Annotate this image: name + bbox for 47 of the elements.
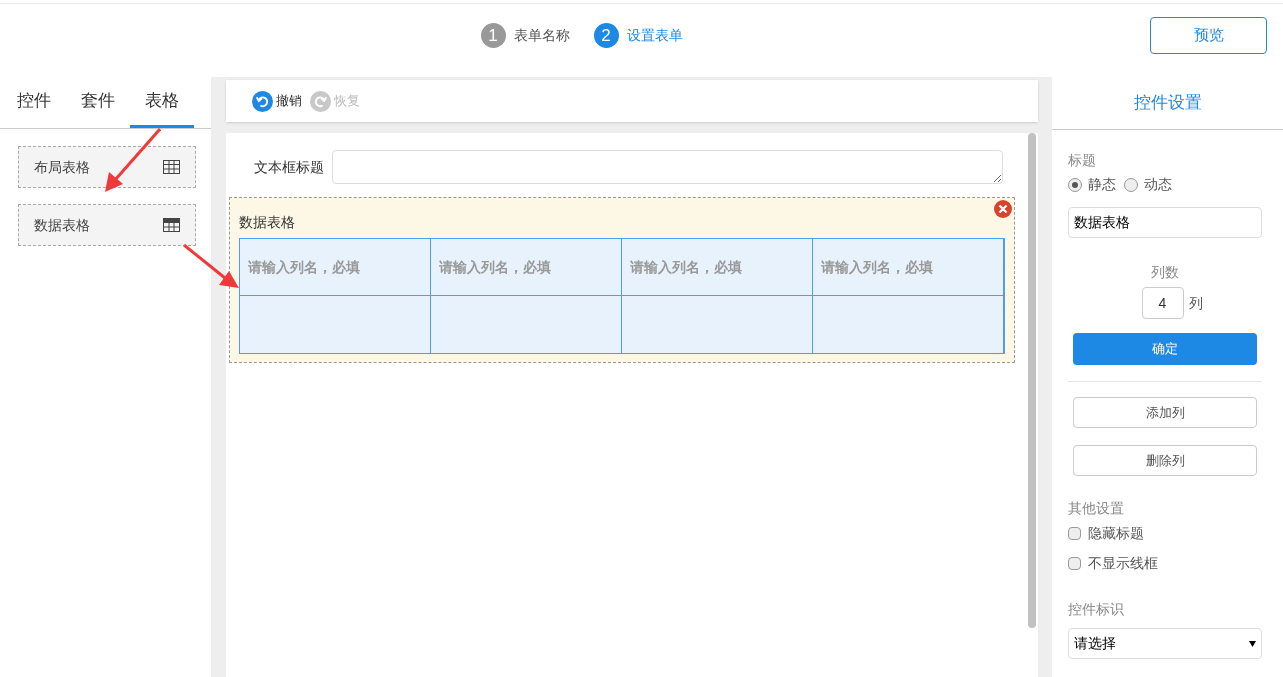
column-name-field[interactable]: 请输入列名，必填	[622, 239, 813, 296]
radio-button[interactable]	[1124, 177, 1138, 192]
checkbox-label: 隐藏标题	[1088, 524, 1144, 543]
radio-label: 动态	[1144, 175, 1172, 194]
redo-icon	[310, 90, 331, 112]
section-label: 其他设置	[1068, 499, 1125, 518]
unit-label: 列	[1188, 293, 1203, 313]
table-widget-title: 数据表格	[239, 213, 296, 232]
panel-title: 控件设置	[1133, 92, 1202, 115]
sidebar-tab[interactable]: 套件	[66, 77, 130, 128]
column-name-field[interactable]: 请输入列名，必填	[431, 239, 622, 296]
sidebar-tab[interactable]: 表格	[130, 77, 194, 128]
section-label: 标题	[1068, 151, 1097, 170]
undo-icon	[252, 90, 273, 112]
title-input-field[interactable]	[332, 150, 1003, 184]
checkbox[interactable]	[1068, 557, 1081, 570]
radio-button[interactable]	[1068, 177, 1082, 192]
table-type-item[interactable]: 数据表格	[18, 204, 196, 246]
field-label: 文本框标题	[254, 157, 324, 177]
title-value-field[interactable]: 数据表格	[1068, 207, 1262, 238]
column-count-field[interactable]: 4	[1141, 287, 1184, 319]
sidebar-tab[interactable]: 控件	[2, 77, 66, 128]
confirm-button[interactable]: 确定	[1073, 333, 1257, 365]
undo-button[interactable]: 撤销	[252, 90, 302, 112]
radio-label: 静态	[1088, 175, 1116, 194]
section-label: 列数	[1151, 263, 1179, 282]
step-label: 设置表单	[626, 26, 683, 45]
step-label: 表单名称	[513, 26, 570, 45]
section-label: 控件标识	[1068, 600, 1125, 619]
preview-button[interactable]: 预览	[1150, 17, 1267, 54]
column-name-field[interactable]: 请输入列名，必填	[813, 239, 1004, 296]
step-number: 1	[480, 23, 506, 48]
column-name-field[interactable]: 请输入列名，必填	[240, 239, 431, 296]
table-grid-icon	[163, 160, 180, 174]
annotation-arrow	[183, 244, 240, 289]
column-action-button[interactable]: 删除列	[1073, 445, 1257, 476]
dropdown-caret-icon	[1249, 640, 1256, 647]
annotation-arrow	[103, 128, 161, 194]
checkbox[interactable]	[1068, 527, 1081, 540]
step-number: 2	[593, 23, 619, 48]
table-type-item[interactable]: 布局表格	[18, 146, 196, 188]
scrollbar[interactable]	[1028, 133, 1036, 628]
data-table-icon	[163, 218, 180, 232]
close-icon[interactable]	[994, 200, 1012, 218]
checkbox-label: 不显示线框	[1088, 554, 1158, 573]
column-action-button[interactable]: 添加列	[1073, 397, 1257, 428]
id-select[interactable]: 请选择	[1068, 628, 1262, 659]
